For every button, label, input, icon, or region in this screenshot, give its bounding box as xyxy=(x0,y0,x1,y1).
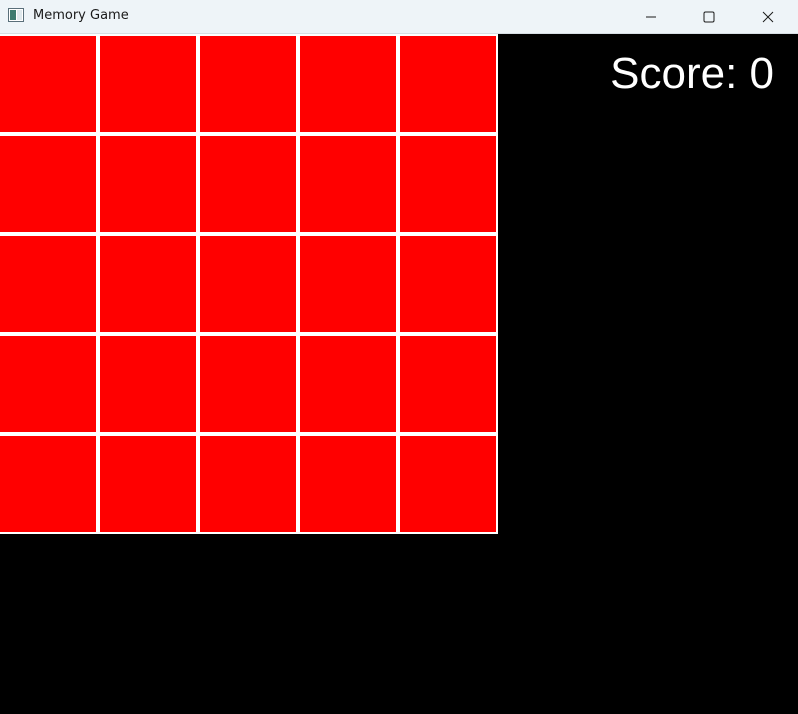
memory-tile[interactable] xyxy=(298,234,398,334)
close-button[interactable] xyxy=(739,0,797,33)
maximize-button[interactable] xyxy=(680,0,738,33)
minimize-icon xyxy=(646,16,656,17)
memory-tile[interactable] xyxy=(198,134,298,234)
minimize-button[interactable] xyxy=(622,0,680,33)
memory-tile[interactable] xyxy=(198,234,298,334)
memory-tile[interactable] xyxy=(298,334,398,434)
memory-tile[interactable] xyxy=(98,134,198,234)
game-canvas[interactable]: Score: 0 xyxy=(0,34,798,714)
maximize-icon xyxy=(703,11,715,22)
memory-tile[interactable] xyxy=(0,434,98,534)
title-bar[interactable]: Memory Game xyxy=(0,0,798,34)
memory-tile[interactable] xyxy=(0,334,98,434)
memory-tile[interactable] xyxy=(198,34,298,134)
window-title: Memory Game xyxy=(33,8,129,23)
memory-board xyxy=(0,32,500,536)
app-window-icon xyxy=(8,8,24,22)
memory-tile[interactable] xyxy=(0,134,98,234)
close-icon xyxy=(762,11,774,22)
memory-tile[interactable] xyxy=(98,234,198,334)
memory-tile[interactable] xyxy=(198,334,298,434)
memory-tile[interactable] xyxy=(398,334,498,434)
memory-tile[interactable] xyxy=(298,434,398,534)
memory-tile[interactable] xyxy=(398,234,498,334)
memory-tile[interactable] xyxy=(398,134,498,234)
memory-tile[interactable] xyxy=(198,434,298,534)
memory-tile[interactable] xyxy=(298,34,398,134)
memory-tile[interactable] xyxy=(398,34,498,134)
memory-tile[interactable] xyxy=(398,434,498,534)
memory-tile[interactable] xyxy=(98,34,198,134)
score-label: Score: 0 xyxy=(610,49,774,98)
memory-tile[interactable] xyxy=(98,334,198,434)
memory-tile[interactable] xyxy=(0,34,98,134)
memory-tile[interactable] xyxy=(98,434,198,534)
memory-tile[interactable] xyxy=(298,134,398,234)
memory-tile[interactable] xyxy=(0,234,98,334)
